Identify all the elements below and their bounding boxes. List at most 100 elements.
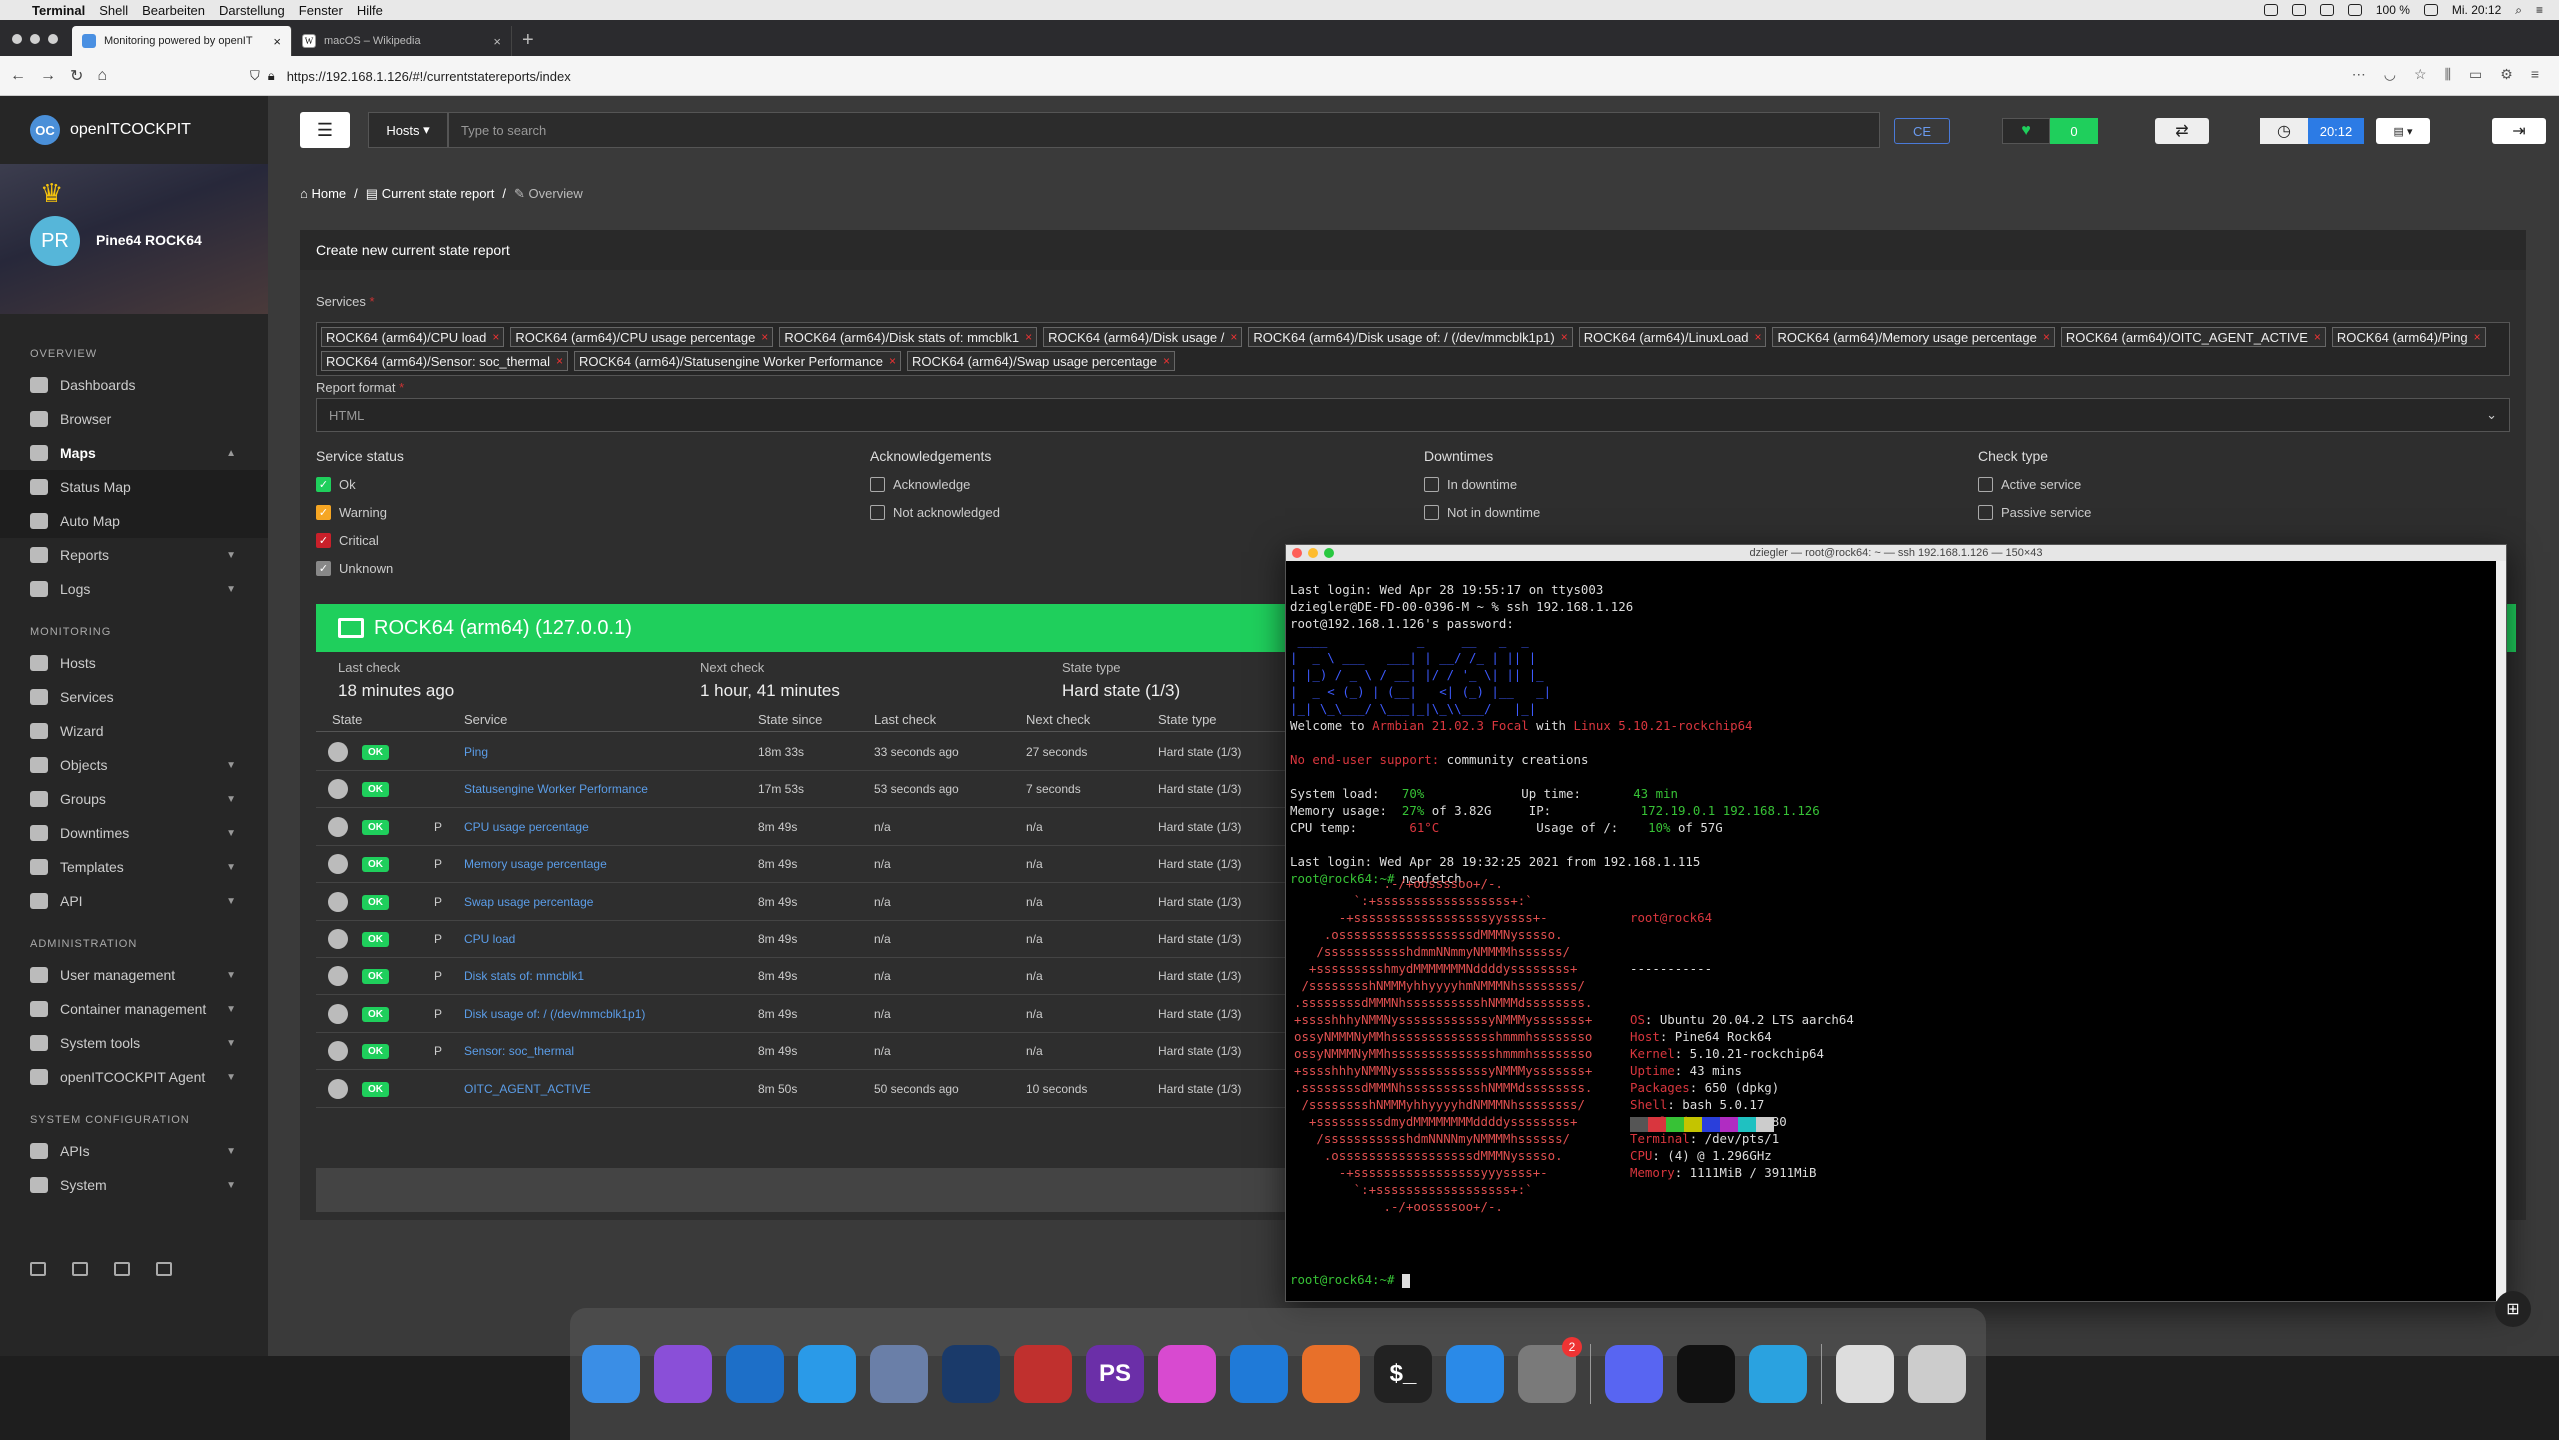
trash-icon[interactable] bbox=[1908, 1345, 1966, 1403]
table-row[interactable]: OK P CPU usage percentage 8m 49s n/a n/a Hard … bbox=[316, 809, 1416, 846]
discord-icon[interactable] bbox=[1605, 1345, 1663, 1403]
sidebar-item-services[interactable]: Services bbox=[0, 680, 268, 714]
zoom-window-button[interactable] bbox=[48, 34, 58, 44]
forward-icon[interactable]: → bbox=[40, 67, 56, 85]
archive-icon[interactable] bbox=[1836, 1345, 1894, 1403]
checkbox-in-downtime[interactable]: In downtime bbox=[1424, 470, 1540, 498]
table-row[interactable]: OK P Memory usage percentage 8m 49s n/a n/a Ha… bbox=[316, 846, 1416, 884]
reload-icon[interactable]: ↻ bbox=[70, 66, 83, 86]
refresh-button[interactable]: ⇄ bbox=[2155, 118, 2209, 144]
menu-window[interactable]: Fenster bbox=[299, 3, 343, 18]
remove-tag-icon[interactable]: × bbox=[556, 354, 563, 368]
menu-app[interactable]: Terminal bbox=[32, 3, 85, 18]
sidebar-item-templates[interactable]: Templates ▼ bbox=[0, 850, 268, 884]
table-row[interactable]: OK P Sensor: soc_thermal 8m 49s n/a n/a Hard s… bbox=[316, 1033, 1416, 1071]
brand[interactable]: OC openITCOCKPIT bbox=[0, 96, 268, 164]
service-link[interactable]: Statusengine Worker Performance bbox=[464, 782, 648, 796]
database-icon[interactable] bbox=[1014, 1345, 1072, 1403]
search-input[interactable]: Type to search bbox=[448, 112, 1880, 148]
remove-tag-icon[interactable]: × bbox=[1230, 330, 1237, 344]
sidebar-item-reports[interactable]: Reports ▼ bbox=[0, 538, 268, 572]
outlook-icon[interactable] bbox=[726, 1345, 784, 1403]
shield-icon[interactable]: ⛉ bbox=[250, 68, 260, 84]
wifi-icon[interactable] bbox=[2347, 4, 2362, 16]
service-tag[interactable]: ROCK64 (arm64)/Statusengine Worker Perfo… bbox=[574, 351, 901, 371]
checkbox-unknown[interactable]: ✓ Unknown bbox=[316, 554, 404, 582]
status-icon[interactable] bbox=[2319, 4, 2334, 16]
checkbox-acknowledge[interactable]: Acknowledge bbox=[870, 470, 1000, 498]
checkbox-warning[interactable]: ✓ Warning bbox=[316, 498, 404, 526]
language-select[interactable]: ▤ ▾ bbox=[2376, 118, 2430, 144]
service-tag[interactable]: ROCK64 (arm64)/Ping × bbox=[2331, 327, 2486, 347]
status-icon[interactable] bbox=[2263, 4, 2278, 16]
terminal2-icon[interactable] bbox=[1677, 1345, 1735, 1403]
url-text[interactable]: https://192.168.1.126/#!/currentstaterep… bbox=[287, 69, 571, 84]
remove-tag-icon[interactable]: × bbox=[761, 330, 768, 344]
back-icon[interactable]: ← bbox=[10, 67, 26, 85]
status-icon[interactable] bbox=[2291, 4, 2306, 16]
service-tag[interactable]: ROCK64 (arm64)/OITC_AGENT_ACTIVE × bbox=[2060, 327, 2326, 347]
cog-icon[interactable] bbox=[328, 779, 348, 800]
terminal-titlebar[interactable]: dziegler — root@rock64: ~ — ssh 192.168.… bbox=[1286, 545, 2506, 561]
library-icon[interactable]: ⫼ bbox=[2445, 66, 2451, 83]
service-tag[interactable]: ROCK64 (arm64)/Disk stats of: mmcblk1 × bbox=[779, 327, 1038, 347]
menu-view[interactable]: Darstellung bbox=[219, 3, 285, 18]
cog-icon[interactable] bbox=[328, 1003, 348, 1024]
service-tag[interactable]: ROCK64 (arm64)/CPU usage percentage × bbox=[510, 327, 774, 347]
spotlight-icon[interactable]: ⌕ bbox=[2515, 3, 2522, 18]
minimize-window-button[interactable] bbox=[1308, 548, 1318, 558]
sidebar-item-container-management[interactable]: Container management ▼ bbox=[0, 992, 268, 1026]
table-row[interactable]: OK P CPU load 8m 49s n/a n/a Hard state (1/3) bbox=[316, 921, 1416, 958]
sidebar-item-status-map[interactable]: Status Map bbox=[0, 470, 268, 504]
safari-icon[interactable] bbox=[798, 1345, 856, 1403]
checkbox-critical[interactable]: ✓ Critical bbox=[316, 526, 404, 554]
tab-openitcockpit[interactable]: Monitoring powered by openIT × bbox=[72, 26, 292, 56]
table-row[interactable]: OK P Disk usage of: / (/dev/mmcblk1p1) 8m 4… bbox=[316, 996, 1416, 1033]
sidebar-item-system[interactable]: System ▼ bbox=[0, 1168, 268, 1202]
service-tag[interactable]: ROCK64 (arm64)/CPU load × bbox=[321, 327, 505, 347]
checkbox-ok[interactable]: ✓ Ok bbox=[316, 470, 404, 498]
breadcrumb-home[interactable]: ⌂ Home bbox=[300, 186, 346, 202]
service-tag[interactable]: ROCK64 (arm64)/LinuxLoad × bbox=[1578, 327, 1767, 347]
system-health-button[interactable]: ♥ 0 bbox=[2002, 118, 2098, 144]
menu-shell[interactable]: Shell bbox=[99, 3, 128, 18]
sidebar-item-agent[interactable]: openITCOCKPIT Agent ▼ bbox=[0, 1060, 268, 1094]
service-link[interactable]: CPU usage percentage bbox=[464, 820, 589, 834]
close-tab-icon[interactable]: × bbox=[273, 34, 281, 49]
service-tag[interactable]: ROCK64 (arm64)/Sensor: soc_thermal × bbox=[321, 351, 568, 371]
remove-tag-icon[interactable]: × bbox=[1561, 330, 1568, 344]
sidebar-item-user-management[interactable]: User management ▼ bbox=[0, 958, 268, 992]
sidebar-icon[interactable]: ▭ bbox=[2469, 66, 2482, 83]
remove-tag-icon[interactable]: × bbox=[2474, 330, 2481, 344]
vs-code-icon[interactable] bbox=[1230, 1345, 1288, 1403]
battery-label[interactable]: 100 % bbox=[2376, 3, 2410, 17]
sidebar-item-objects[interactable]: Objects ▼ bbox=[0, 748, 268, 782]
zoom-window-button[interactable] bbox=[1324, 548, 1334, 558]
support-icon[interactable] bbox=[114, 1262, 130, 1276]
checkbox-not-acknowledged[interactable]: Not acknowledged bbox=[870, 498, 1000, 526]
service-link[interactable]: CPU load bbox=[464, 932, 515, 946]
system-preferences-icon[interactable]: 2 bbox=[1518, 1337, 1582, 1403]
server-time-button[interactable]: ◷ 20:12 bbox=[2260, 118, 2364, 144]
cog-icon[interactable] bbox=[328, 742, 348, 762]
table-row[interactable]: OK OITC_AGENT_ACTIVE 8m 50s 50 seconds ago 1… bbox=[316, 1071, 1416, 1108]
services-multiselect[interactable]: ROCK64 (arm64)/CPU load × ROCK64 (arm64)/C… bbox=[316, 322, 2510, 376]
control-center-icon[interactable]: ≡ bbox=[2536, 3, 2543, 17]
service-link[interactable]: Swap usage percentage bbox=[464, 895, 593, 909]
sidebar-item-dashboards[interactable]: Dashboards bbox=[0, 368, 268, 402]
profile-name[interactable]: Pine64 ROCK64 bbox=[96, 232, 202, 248]
service-tag[interactable]: ROCK64 (arm64)/Disk usage of: / (/dev/mm… bbox=[1248, 327, 1573, 347]
firefox-icon[interactable] bbox=[1302, 1345, 1360, 1403]
bug-icon[interactable] bbox=[72, 1262, 88, 1276]
service-link[interactable]: Sensor: soc_thermal bbox=[464, 1044, 574, 1058]
checkbox-active-service[interactable]: Active service bbox=[1978, 470, 2091, 498]
tab-wikipedia[interactable]: W macOS – Wikipedia × bbox=[292, 26, 512, 56]
flower-icon[interactable] bbox=[1158, 1345, 1216, 1403]
cog-icon[interactable] bbox=[328, 1078, 348, 1099]
cog-icon[interactable] bbox=[328, 929, 348, 949]
service-tag[interactable]: ROCK64 (arm64)/Swap usage percentage × bbox=[906, 351, 1175, 371]
telegram-icon[interactable] bbox=[1749, 1345, 1807, 1403]
extensions-icon[interactable]: ⚙ bbox=[2500, 66, 2513, 83]
new-tab-button[interactable]: + bbox=[512, 29, 544, 56]
chart-icon[interactable] bbox=[30, 1262, 46, 1276]
